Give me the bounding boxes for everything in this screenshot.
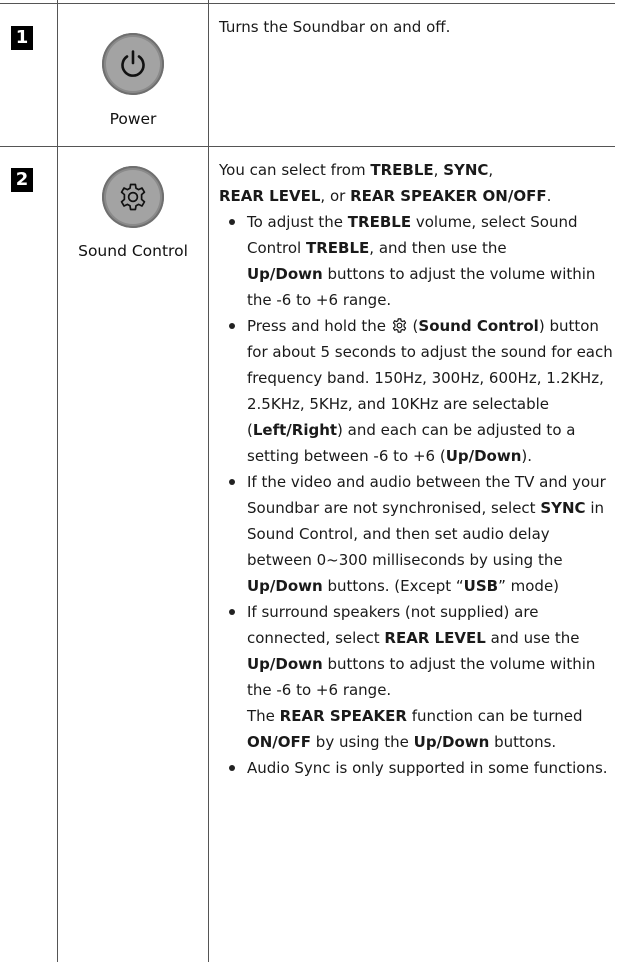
power-text: Turns the Soundbar on and off. (219, 18, 451, 36)
list-item: If surround speakers (not supplied) are … (219, 599, 615, 755)
column-divider-1 (57, 0, 58, 962)
list-item: To adjust the TREBLE volume, select Soun… (219, 209, 615, 313)
table-top-border (0, 3, 615, 4)
power-button-graphic (102, 33, 164, 95)
power-label: Power (109, 110, 157, 128)
list-item: If the video and audio between the TV an… (219, 469, 615, 599)
list-item: Press and hold the (Sound Control) butto… (219, 313, 615, 469)
list-item: Audio Sync is only supported in some fun… (219, 755, 615, 781)
sound-control-gear-icon (392, 318, 406, 333)
sound-control-bullets: To adjust the TREBLE volume, select Soun… (219, 209, 615, 781)
sound-control-description: You can select from TREBLE, SYNC, REAR LE… (219, 157, 615, 781)
feature-table: 1 Power Turns the Soundbar on and off. 2… (0, 0, 622, 962)
sound-control-intro: You can select from TREBLE, SYNC, REAR LE… (219, 161, 552, 205)
row-number-badge: 2 (11, 168, 33, 192)
sound-control-gear-icon (120, 183, 146, 211)
sound-control-button-graphic (102, 166, 164, 228)
row-divider (0, 146, 615, 147)
sound-control-label: Sound Control (78, 242, 188, 260)
power-icon (121, 50, 145, 77)
row-number-badge: 1 (11, 26, 33, 50)
power-description: Turns the Soundbar on and off. (219, 14, 615, 40)
column-divider-2 (208, 0, 209, 962)
